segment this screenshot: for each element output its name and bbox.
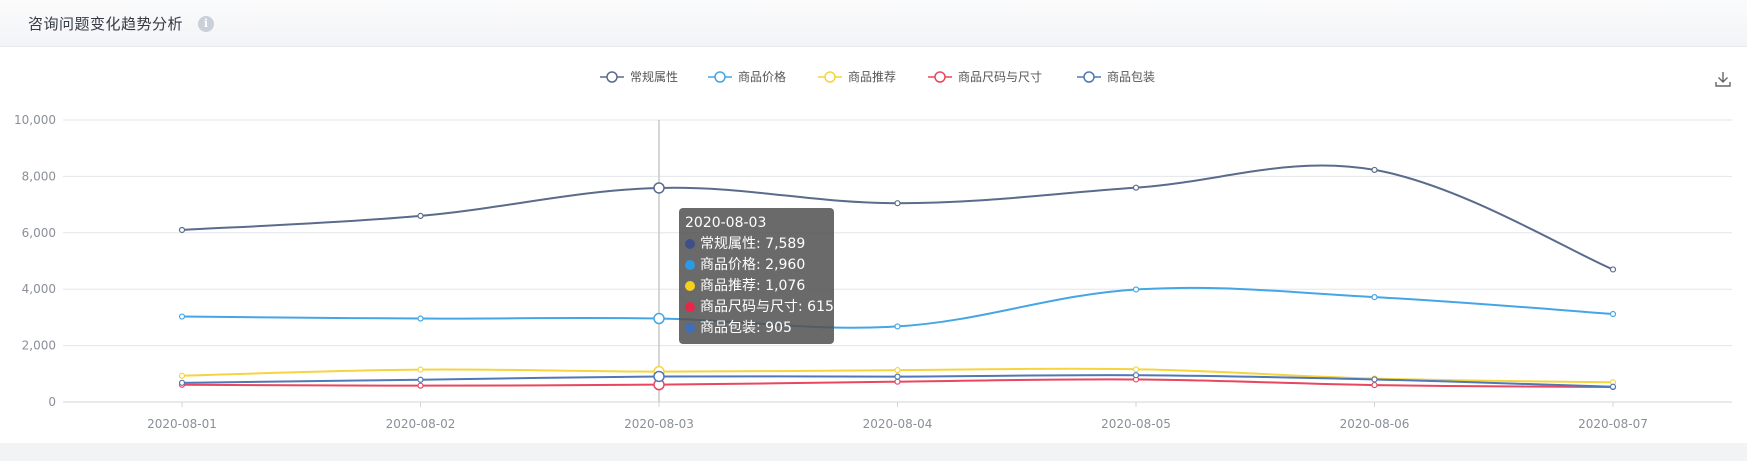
data-point bbox=[653, 182, 665, 194]
data-point bbox=[417, 382, 424, 389]
tooltip-dot bbox=[685, 323, 695, 333]
data-point bbox=[1371, 381, 1378, 389]
data-point bbox=[1132, 372, 1140, 379]
legend-marker bbox=[1083, 71, 1095, 83]
data-point bbox=[894, 200, 901, 207]
tooltip-row: 商品尺码与尺寸: 615 bbox=[685, 297, 834, 318]
data-point bbox=[1132, 286, 1140, 293]
data-point bbox=[1371, 166, 1378, 174]
x-tick-label: 2020-08-01 bbox=[147, 417, 217, 431]
x-tick-label: 2020-08-02 bbox=[386, 417, 456, 431]
data-point bbox=[417, 315, 424, 322]
tooltip-row: 常规属性: 7,589 bbox=[685, 234, 834, 255]
chart-tooltip: 2020-08-03 常规属性: 7,589 商品价格: 2,960 商品推荐:… bbox=[679, 208, 834, 344]
data-point bbox=[417, 376, 424, 383]
data-point bbox=[1609, 383, 1617, 390]
data-point bbox=[178, 313, 186, 320]
data-point bbox=[1609, 310, 1617, 318]
tooltip-date: 2020-08-03 bbox=[685, 215, 767, 231]
tooltip-text: 商品价格: 2,960 bbox=[700, 257, 806, 273]
tooltip-dot bbox=[685, 281, 695, 291]
y-tick-label: 6,000 bbox=[22, 226, 56, 240]
data-point bbox=[894, 323, 901, 330]
line-chart: 0 2,000 4,000 6,000 8,000 10,000 2020-08-01 202… bbox=[14, 69, 1732, 431]
series-line bbox=[181, 286, 1614, 329]
legend-label: 常规属性 bbox=[630, 69, 678, 84]
bottom-band bbox=[0, 443, 1747, 461]
x-tick-label: 2020-08-04 bbox=[863, 417, 933, 431]
legend-marker bbox=[824, 71, 836, 83]
tooltip-row: 商品价格: 2,960 bbox=[685, 255, 834, 276]
data-point bbox=[178, 372, 186, 379]
tooltip-text: 常规属性: 7,589 bbox=[700, 236, 806, 252]
tooltip-row: 商品包装: 905 bbox=[685, 318, 834, 339]
data-point bbox=[1371, 376, 1378, 383]
data-point bbox=[417, 366, 424, 373]
tooltip-row: 商品推荐: 1,076 bbox=[685, 276, 834, 297]
data-point bbox=[653, 370, 665, 383]
data-point bbox=[1132, 184, 1140, 191]
x-tick-label: 2020-08-06 bbox=[1340, 417, 1410, 431]
tooltip-dot bbox=[685, 239, 695, 249]
y-tick-label: 0 bbox=[48, 395, 56, 409]
x-tick-label: 2020-08-05 bbox=[1101, 417, 1171, 431]
legend-marker bbox=[714, 71, 726, 83]
data-point bbox=[653, 312, 665, 325]
data-point bbox=[417, 212, 424, 219]
legend-label: 商品包装 bbox=[1107, 69, 1155, 84]
legend-label: 商品尺码与尺寸 bbox=[958, 69, 1042, 84]
legend-label: 商品价格 bbox=[738, 69, 786, 84]
tooltip-text: 商品包装: 905 bbox=[700, 320, 792, 336]
tooltip-dot bbox=[685, 260, 695, 270]
y-tick-label: 8,000 bbox=[22, 169, 56, 183]
tooltip-dot bbox=[685, 302, 695, 312]
x-tick-label: 2020-08-03 bbox=[624, 417, 694, 431]
data-point bbox=[894, 373, 901, 380]
legend-marker bbox=[606, 71, 618, 83]
tooltip-text: 商品推荐: 1,076 bbox=[700, 278, 806, 294]
series-line bbox=[181, 164, 1614, 271]
x-tick-label: 2020-08-07 bbox=[1578, 417, 1648, 431]
data-point bbox=[894, 378, 901, 385]
y-tick-label: 2,000 bbox=[22, 339, 56, 353]
y-tick-label: 4,000 bbox=[22, 282, 56, 296]
y-tick-label: 10,000 bbox=[14, 113, 56, 127]
tooltip-text: 商品尺码与尺寸: 615 bbox=[700, 299, 834, 315]
legend-marker bbox=[934, 71, 946, 83]
data-point bbox=[1371, 293, 1378, 301]
data-point bbox=[1132, 366, 1140, 373]
legend-label: 商品推荐 bbox=[848, 69, 896, 84]
data-point bbox=[178, 226, 186, 234]
data-point bbox=[894, 367, 901, 374]
data-point bbox=[1609, 266, 1617, 273]
data-point bbox=[178, 379, 186, 386]
